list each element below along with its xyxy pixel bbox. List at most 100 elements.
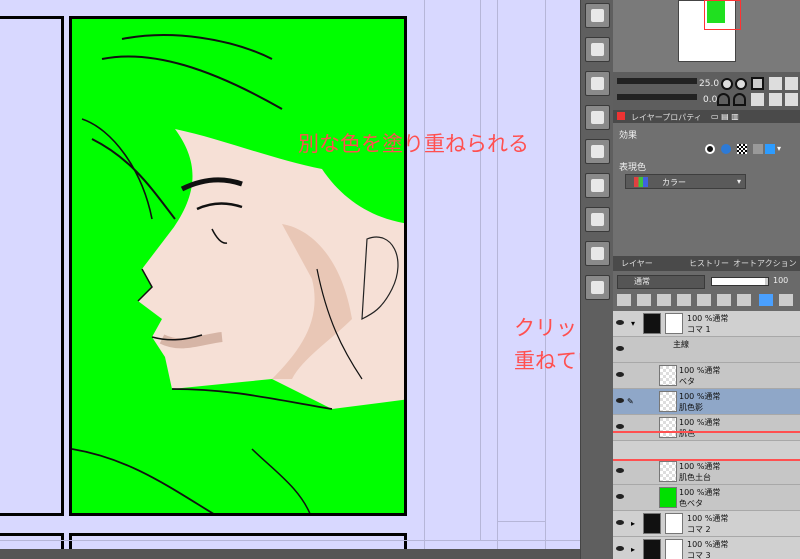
eye-icon[interactable]: [616, 468, 624, 473]
flip-v-icon[interactable]: [785, 93, 798, 106]
eye-icon[interactable]: [616, 372, 624, 377]
guide-line: [0, 540, 580, 541]
layer-thumbnail: [659, 417, 677, 438]
rotate-right-icon[interactable]: [733, 93, 746, 106]
effect-border-icon[interactable]: [705, 144, 715, 154]
layer-thumbnail: [659, 365, 677, 386]
layer-label: 100 %通常 コマ 2: [687, 514, 729, 534]
layer-row[interactable]: 100 %通常 肌色: [613, 415, 800, 441]
folder-expand-icon[interactable]: ▾: [631, 319, 635, 328]
navigator-view-box[interactable]: [704, 0, 741, 30]
tool-button[interactable]: [585, 37, 610, 62]
angle-value: 0.0: [703, 95, 718, 105]
zoom-in-icon[interactable]: [721, 78, 733, 90]
effect-extract-icon[interactable]: [753, 144, 763, 154]
layer-row[interactable]: ✎ 100 %通常 肌色影: [613, 389, 800, 415]
layer-color-icon[interactable]: [759, 294, 773, 306]
layer-row[interactable]: 100 %通常 肌色土台: [613, 459, 800, 485]
effect-label: 効果: [619, 131, 638, 141]
folder-expand-icon[interactable]: ▸: [631, 519, 635, 528]
effect-tone-icon[interactable]: [737, 144, 747, 154]
tab-layer-property[interactable]: レイヤープロパティ: [631, 112, 702, 123]
eye-icon[interactable]: [616, 320, 624, 325]
flip-icon[interactable]: [769, 77, 782, 90]
reset-icon[interactable]: [785, 77, 798, 90]
canvas-area[interactable]: 別な色を塗り重ねられる クリッピングは 重ねていくつもできる: [0, 0, 580, 559]
command-toolbar: [580, 0, 613, 559]
panel-menu-icon[interactable]: ▭ ▤ ▥: [711, 112, 739, 121]
tool-button[interactable]: [585, 139, 610, 164]
rotate-slider[interactable]: [617, 94, 697, 100]
opacity-slider[interactable]: [711, 277, 769, 286]
zoom-slider[interactable]: [617, 78, 697, 84]
effect-icons[interactable]: ▾: [705, 143, 785, 156]
eye-icon[interactable]: [616, 346, 624, 351]
eye-icon[interactable]: [616, 546, 624, 551]
layer-row[interactable]: ▾ 100 %通常 コマ 1: [613, 311, 800, 337]
new-layer-icon[interactable]: [617, 294, 631, 306]
opacity-value: 100: [773, 276, 789, 285]
expression-color-value: カラー: [662, 178, 686, 187]
tab-auto-action[interactable]: オートアクション: [733, 258, 797, 269]
lock-icon[interactable]: [637, 294, 651, 306]
fit-icon[interactable]: [751, 77, 764, 90]
blend-mode-select[interactable]: 通常: [617, 275, 705, 289]
layer-label: 100 %通常 コマ 1: [687, 314, 729, 334]
tool-button[interactable]: [585, 207, 610, 232]
right-panel: 25.0 0.0 レイヤープロパティ ▭ ▤ ▥ 効果 ▾ 表現色 カラー ▾: [613, 0, 800, 559]
layer-label: 100 %通常 肌色影: [679, 392, 721, 412]
layer-label: 100 %通常 色ベタ: [679, 488, 721, 508]
clip-icon[interactable]: [657, 294, 671, 306]
layer-row[interactable]: 主線: [613, 337, 800, 363]
layer-color2-icon[interactable]: [779, 294, 793, 306]
tool-button[interactable]: [585, 173, 610, 198]
tool-button[interactable]: [585, 105, 610, 130]
reset-rotation-icon[interactable]: [751, 93, 764, 106]
tab-history[interactable]: ヒストリー: [689, 258, 729, 269]
zoom-out-icon[interactable]: [735, 78, 747, 90]
tool-button[interactable]: [585, 275, 610, 300]
eye-icon[interactable]: [616, 398, 624, 403]
manga-panel-main: [69, 16, 407, 516]
layer-label: 100 %通常 肌色: [679, 418, 721, 438]
color-mode-icon: [634, 177, 648, 187]
mask-thumbnail: [665, 313, 683, 334]
bubble-icon: [591, 145, 604, 158]
eye-icon[interactable]: [616, 424, 624, 429]
highlight-line: [613, 431, 800, 433]
palette-icon[interactable]: [717, 294, 731, 306]
heart-icon: [591, 179, 604, 192]
layer-toolbar: 通常 100: [613, 271, 800, 311]
layer-row[interactable]: ▸ 100 %通常 コマ 2: [613, 511, 800, 537]
expression-color-label: 表現色: [619, 163, 647, 173]
annotation-clip-note-line1: クリッピングは: [514, 316, 580, 340]
layer-row[interactable]: 100 %通常 色ベタ: [613, 485, 800, 511]
mask-icon[interactable]: [697, 294, 711, 306]
eye-icon[interactable]: [616, 520, 624, 525]
tool-button[interactable]: [585, 3, 610, 28]
ref-icon[interactable]: [677, 294, 691, 306]
tool-button[interactable]: [585, 241, 610, 266]
mask-thumbnail: [665, 539, 683, 559]
navigator-controls: 25.0 0.0: [613, 72, 800, 110]
guide-line: [424, 0, 425, 559]
folder-expand-icon[interactable]: ▸: [631, 545, 635, 554]
ruler-icon[interactable]: [737, 294, 751, 306]
layer-icon: [591, 43, 604, 56]
layer-thumbnail: [643, 513, 661, 534]
layer-thumbnail: [659, 487, 677, 508]
eye-icon[interactable]: [616, 494, 624, 499]
tab-layer[interactable]: レイヤー: [621, 258, 653, 269]
expression-color-select[interactable]: カラー ▾: [625, 174, 746, 189]
effect-blue-icon[interactable]: [765, 144, 775, 154]
layer-property-panel: 効果 ▾ 表現色: [613, 123, 800, 256]
flip-h-icon[interactable]: [769, 93, 782, 106]
layer-row[interactable]: ▸ 100 %通常 コマ 3: [613, 537, 800, 559]
layer-row[interactable]: 100 %通常 ベタ: [613, 363, 800, 389]
effect-color-icon[interactable]: [721, 144, 731, 154]
tool-button[interactable]: [585, 71, 610, 96]
effect-dropdown-icon[interactable]: ▾: [777, 144, 781, 153]
highlight-line: [613, 459, 800, 461]
rotate-left-icon[interactable]: [717, 93, 730, 106]
navigator-panel: [613, 0, 800, 72]
